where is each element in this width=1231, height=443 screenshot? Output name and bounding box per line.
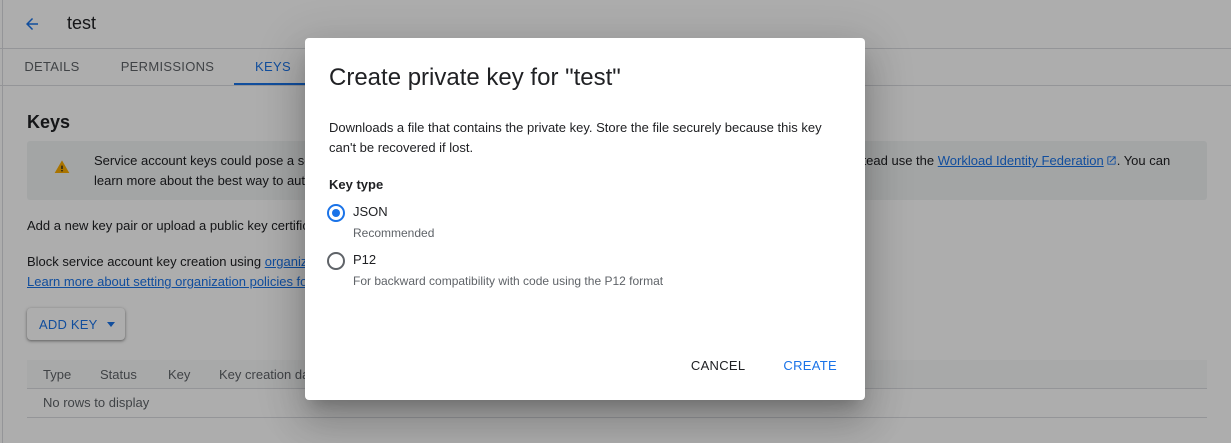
json-label: JSON [353,204,388,219]
p12-sublabel: For backward compatibility with code usi… [353,274,664,288]
p12-label: P12 [353,252,377,267]
dialog-actions: CANCEL CREATE [661,354,845,377]
dialog-description: Downloads a file that contains the priva… [329,120,822,155]
key-type-label: Key type [329,177,384,192]
json-sublabel: Recommended [353,226,435,240]
dialog-title: Create private key for "test" [329,64,621,91]
create-private-key-dialog: Create private key for "test" Downloads … [305,38,865,400]
p12-radio[interactable] [327,252,345,270]
json-radio[interactable] [327,204,345,222]
cancel-button[interactable]: CANCEL [683,354,754,377]
create-button[interactable]: CREATE [775,354,845,377]
